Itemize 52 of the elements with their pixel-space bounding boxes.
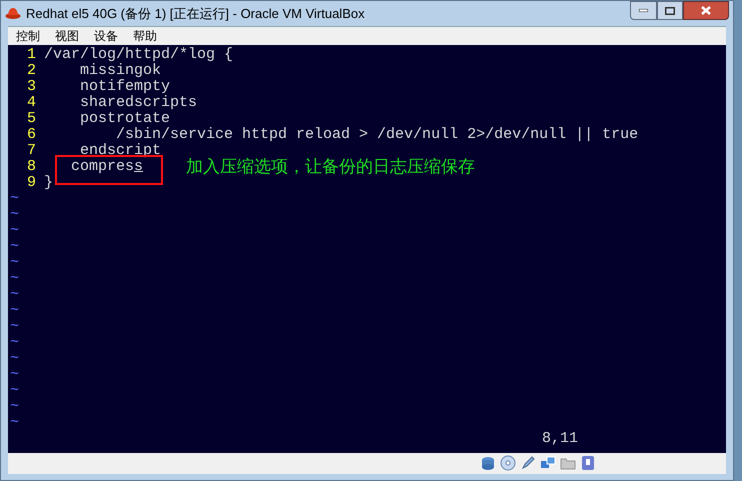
code-line: endscript [79,142,162,159]
code-line: notifempty [79,78,170,95]
cursor-position: 8,11 [542,430,578,447]
tilde-marker: ~ [10,414,20,431]
code-line: } [44,174,54,191]
window-title: Redhat el5 40G (备份 1) [正在运行] - Oracle VM VirtualBox [26,4,365,23]
line-number: 9 [26,174,36,191]
tilde-marker: ~ [10,206,20,223]
menu-item[interactable]: 帮助 [133,26,157,45]
tilde-marker: ~ [10,398,20,415]
tilde-marker: ~ [10,238,20,255]
cd-icon[interactable] [500,455,516,472]
line-number: 1 [26,46,36,63]
maximize-icon [665,6,675,14]
line-number: 5 [26,110,36,127]
tilde-marker: ~ [10,222,20,239]
maximize-button[interactable] [657,1,683,20]
menu-item[interactable]: 设备 [94,26,118,45]
code-line: postrotate [79,110,170,127]
tilde-marker: ~ [10,382,20,399]
code-line: compress [70,158,144,175]
tilde-marker: ~ [10,334,20,351]
tilde-marker: ~ [10,318,20,335]
usb-icon[interactable] [580,455,596,472]
line-number: 4 [26,94,36,111]
tilde-marker: ~ [10,190,20,207]
menu-item[interactable]: 视图 [55,26,79,45]
code-line: /var/log/httpd/*log { [44,46,234,63]
close-button[interactable] [683,1,729,20]
line-number: 6 [26,126,36,143]
close-icon [701,6,711,15]
minimize-icon [639,9,648,12]
tilde-marker: ~ [10,254,20,271]
code-line: missingok [79,62,162,79]
line-number: 3 [26,78,36,95]
tilde-marker: ~ [10,302,20,319]
minimize-button[interactable] [630,1,657,20]
pen-icon[interactable] [520,455,536,472]
code-line: /sbin/service httpd reload > /dev/null 2>/dev/null || true [115,126,638,143]
line-number: 2 [26,62,36,79]
tilde-marker: ~ [10,350,20,367]
menu-item[interactable]: 控制 [16,26,40,45]
cursor: s [134,158,144,175]
tilde-marker: ~ [10,270,20,287]
line-number: 8 [26,158,36,175]
line-number: 7 [26,142,36,159]
annotation-text: 加入压缩选项，让备份的日志压缩保存 [186,158,476,175]
tilde-marker: ~ [10,286,20,303]
tilde-marker: ~ [10,366,20,383]
code-line: sharedscripts [79,94,198,111]
disk-icon[interactable] [480,455,496,472]
hat-icon [5,6,21,20]
